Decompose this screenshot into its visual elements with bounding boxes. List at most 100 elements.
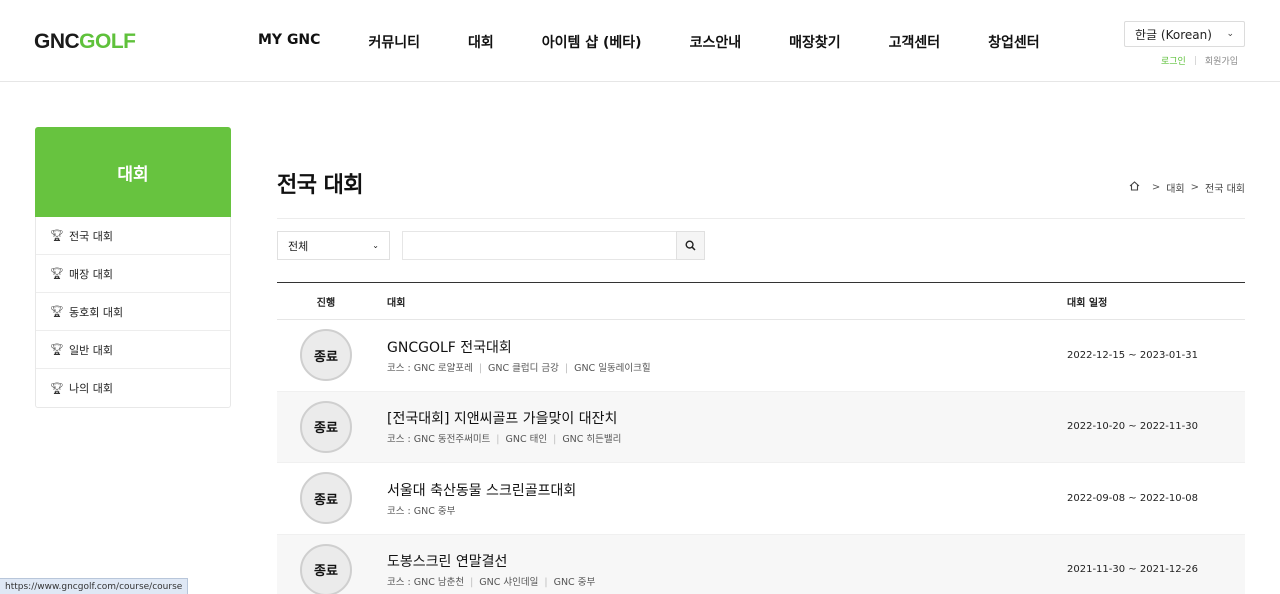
table-row[interactable]: 종료 GNCGOLF 전국대회 코스 : GNC 로얄포레 | GNC 클럽디 금강… xyxy=(277,320,1245,392)
event-title[interactable]: [전국대회] 지앤씨골프 가을맞이 대잔치 xyxy=(387,408,1067,428)
sidebar-title: 대회 xyxy=(35,127,231,217)
event-date: 2022-12-15 ~ 2023-01-31 xyxy=(1067,349,1198,361)
status-cell: 종료 xyxy=(277,543,375,594)
column-header-date: 대회 일정 xyxy=(1067,297,1108,309)
page-title: 전국 대회 xyxy=(277,173,364,198)
search-icon xyxy=(685,236,696,255)
nav-community[interactable]: 커뮤니티 xyxy=(344,32,444,52)
status-cell: 종료 xyxy=(277,472,375,525)
course-list: 코스 : GNC 남춘천 | GNC 샤인데일 | GNC 중부 xyxy=(387,574,1067,588)
course-divider: | xyxy=(544,577,548,589)
nav-customer-center[interactable]: 고객센터 xyxy=(865,32,965,52)
breadcrumb-item[interactable]: 전국 대회 xyxy=(1205,180,1245,195)
event-title[interactable]: 서울대 축산동물 스크린골프대회 xyxy=(387,480,1067,500)
language-select[interactable]: 한글 (Korean) ⌄ xyxy=(1124,21,1245,47)
course-name: GNC 클럽디 금강 xyxy=(488,362,559,374)
name-cell: 도봉스크린 연말결선 코스 : GNC 남춘천 | GNC 샤인데일 | GNC 중부 xyxy=(375,551,1067,588)
trophy-icon: 🏆︎ xyxy=(50,343,64,356)
sidebar: 대회 🏆︎ 전국 대회 🏆︎ 매장 대회 🏆︎ 동호회 대회 🏆︎ 일반 대회 … xyxy=(35,127,231,408)
course-divider: | xyxy=(470,577,474,589)
util-divider: | xyxy=(1193,55,1197,66)
course-name: GNC 샤인데일 xyxy=(479,577,539,589)
logo-text-golf: GOLF xyxy=(79,30,136,53)
status-badge: 종료 xyxy=(300,472,352,525)
search-bar: 전체 ⌄ xyxy=(277,231,705,260)
trophy-icon: 🏆︎ xyxy=(50,267,64,280)
search-input[interactable] xyxy=(402,231,676,260)
name-cell: 서울대 축산동물 스크린골프대회 코스 : GNC 중부 xyxy=(375,480,1067,517)
signup-link[interactable]: 회원가입 xyxy=(1205,54,1238,67)
nav-tournament[interactable]: 대회 xyxy=(444,32,518,52)
course-divider: | xyxy=(478,362,483,374)
course-name: GNC 중부 xyxy=(553,577,596,589)
status-cell: 종료 xyxy=(277,400,375,453)
course-divider: | xyxy=(553,434,557,446)
nav-franchise-center[interactable]: 창업센터 xyxy=(964,32,1064,52)
util-links: 로그인 | 회원가입 xyxy=(1161,54,1238,68)
table-row[interactable]: 종료 [전국대회] 지앤씨골프 가을맞이 대잔치 코스 : GNC 동전주써미트… xyxy=(277,391,1245,463)
sidebar-item-general[interactable]: 🏆︎ 일반 대회 xyxy=(36,331,230,369)
trophy-icon: 🏆︎ xyxy=(50,229,64,242)
logo[interactable]: GNCGOLF xyxy=(34,30,136,54)
browser-status-url: https://www.gncgolf.com/course/course xyxy=(0,578,189,594)
status-cell: 종료 xyxy=(277,329,375,382)
main-nav: MY GNC 커뮤니티 대회 아이템 샵 (베타) 코스안내 매장찾기 고객센터… xyxy=(234,32,1064,52)
course-list: 코스 : GNC 로얄포레 | GNC 클럽디 금강 | GNC 일동레이크힐 xyxy=(387,360,1067,374)
chevron-down-icon: ⌄ xyxy=(372,241,379,250)
sidebar-menu: 🏆︎ 전국 대회 🏆︎ 매장 대회 🏆︎ 동호회 대회 🏆︎ 일반 대회 🏆︎ … xyxy=(35,217,231,408)
sidebar-item-label: 일반 대회 xyxy=(68,343,113,357)
nav-my-gnc[interactable]: MY GNC xyxy=(234,32,344,52)
column-header-status: 진행 xyxy=(316,297,336,309)
title-divider xyxy=(277,218,1245,219)
breadcrumb: > 대회 > 전국 대회 xyxy=(1129,180,1245,195)
event-title[interactable]: GNCGOLF 전국대회 xyxy=(387,337,1067,357)
status-badge: 종료 xyxy=(300,543,352,594)
course-divider: | xyxy=(564,362,569,374)
column-header-name: 대회 xyxy=(387,297,406,309)
sidebar-item-label: 전국 대회 xyxy=(68,229,113,243)
login-link[interactable]: 로그인 xyxy=(1161,54,1186,67)
filter-select[interactable]: 전체 ⌄ xyxy=(277,231,390,260)
trophy-icon: 🏆︎ xyxy=(50,305,64,318)
course-prefix: 코스 : xyxy=(387,434,414,446)
event-date: 2021-11-30 ~ 2021-12-26 xyxy=(1067,564,1198,576)
table-row[interactable]: 종료 서울대 축산동물 스크린골프대회 코스 : GNC 중부 2022-09-… xyxy=(277,463,1245,535)
name-cell: [전국대회] 지앤씨골프 가을맞이 대잔치 코스 : GNC 동전주써미트 | GN… xyxy=(375,408,1067,445)
search-button[interactable] xyxy=(676,231,705,260)
course-name: GNC 동전주써미트 xyxy=(413,434,491,446)
course-name: GNC 남춘천 xyxy=(413,577,465,589)
sidebar-item-label: 나의 대회 xyxy=(68,382,113,395)
sidebar-item-store[interactable]: 🏆︎ 매장 대회 xyxy=(36,255,230,293)
breadcrumb-item[interactable]: 대회 xyxy=(1166,180,1184,195)
nav-item-shop[interactable]: 아이템 샵 (베타) xyxy=(518,32,666,52)
home-icon[interactable] xyxy=(1129,181,1140,194)
status-badge: 종료 xyxy=(300,400,352,453)
sidebar-item-label: 매장 대회 xyxy=(68,267,113,281)
course-divider: | xyxy=(496,434,500,446)
course-list: 코스 : GNC 중부 xyxy=(387,503,1067,517)
chevron-down-icon: ⌄ xyxy=(1226,29,1234,39)
language-select-value: 한글 (Korean) xyxy=(1135,27,1212,42)
event-title[interactable]: 도봉스크린 연말결선 xyxy=(387,551,1067,571)
sidebar-item-national[interactable]: 🏆︎ 전국 대회 xyxy=(36,217,230,255)
status-badge: 종료 xyxy=(300,329,352,382)
table-row[interactable]: 종료 도봉스크린 연말결선 코스 : GNC 남춘천 | GNC 샤인데일 | GNC … xyxy=(277,534,1245,594)
event-date: 2022-09-08 ~ 2022-10-08 xyxy=(1067,492,1198,504)
breadcrumb-separator: > xyxy=(1151,182,1161,193)
course-name: GNC 히든밸리 xyxy=(562,434,622,446)
sidebar-item-club[interactable]: 🏆︎ 동호회 대회 xyxy=(36,293,230,331)
tournament-table: 진행 대회 대회 일정 종료 GNCGOLF 전국대회 코스 : GNC 로얄포… xyxy=(277,282,1245,594)
event-date: 2022-10-20 ~ 2022-11-30 xyxy=(1067,421,1198,433)
course-prefix: 코스 : xyxy=(387,505,414,517)
course-name: GNC 태인 xyxy=(505,434,548,446)
sidebar-item-label: 동호회 대회 xyxy=(68,305,124,319)
course-name: GNC 일동레이크힐 xyxy=(574,362,651,374)
course-prefix: 코스 : xyxy=(387,362,414,374)
nav-course-guide[interactable]: 코스안내 xyxy=(666,32,766,52)
sidebar-item-my[interactable]: 🏆︎ 나의 대회 xyxy=(36,369,230,407)
name-cell: GNCGOLF 전국대회 코스 : GNC 로얄포레 | GNC 클럽디 금강 | GN… xyxy=(375,337,1067,374)
course-name: GNC 중부 xyxy=(413,505,456,517)
breadcrumb-separator: > xyxy=(1190,182,1200,193)
course-list: 코스 : GNC 동전주써미트 | GNC 태인 | GNC 히든밸리 xyxy=(387,431,1067,445)
nav-store-finder[interactable]: 매장찾기 xyxy=(765,32,865,52)
